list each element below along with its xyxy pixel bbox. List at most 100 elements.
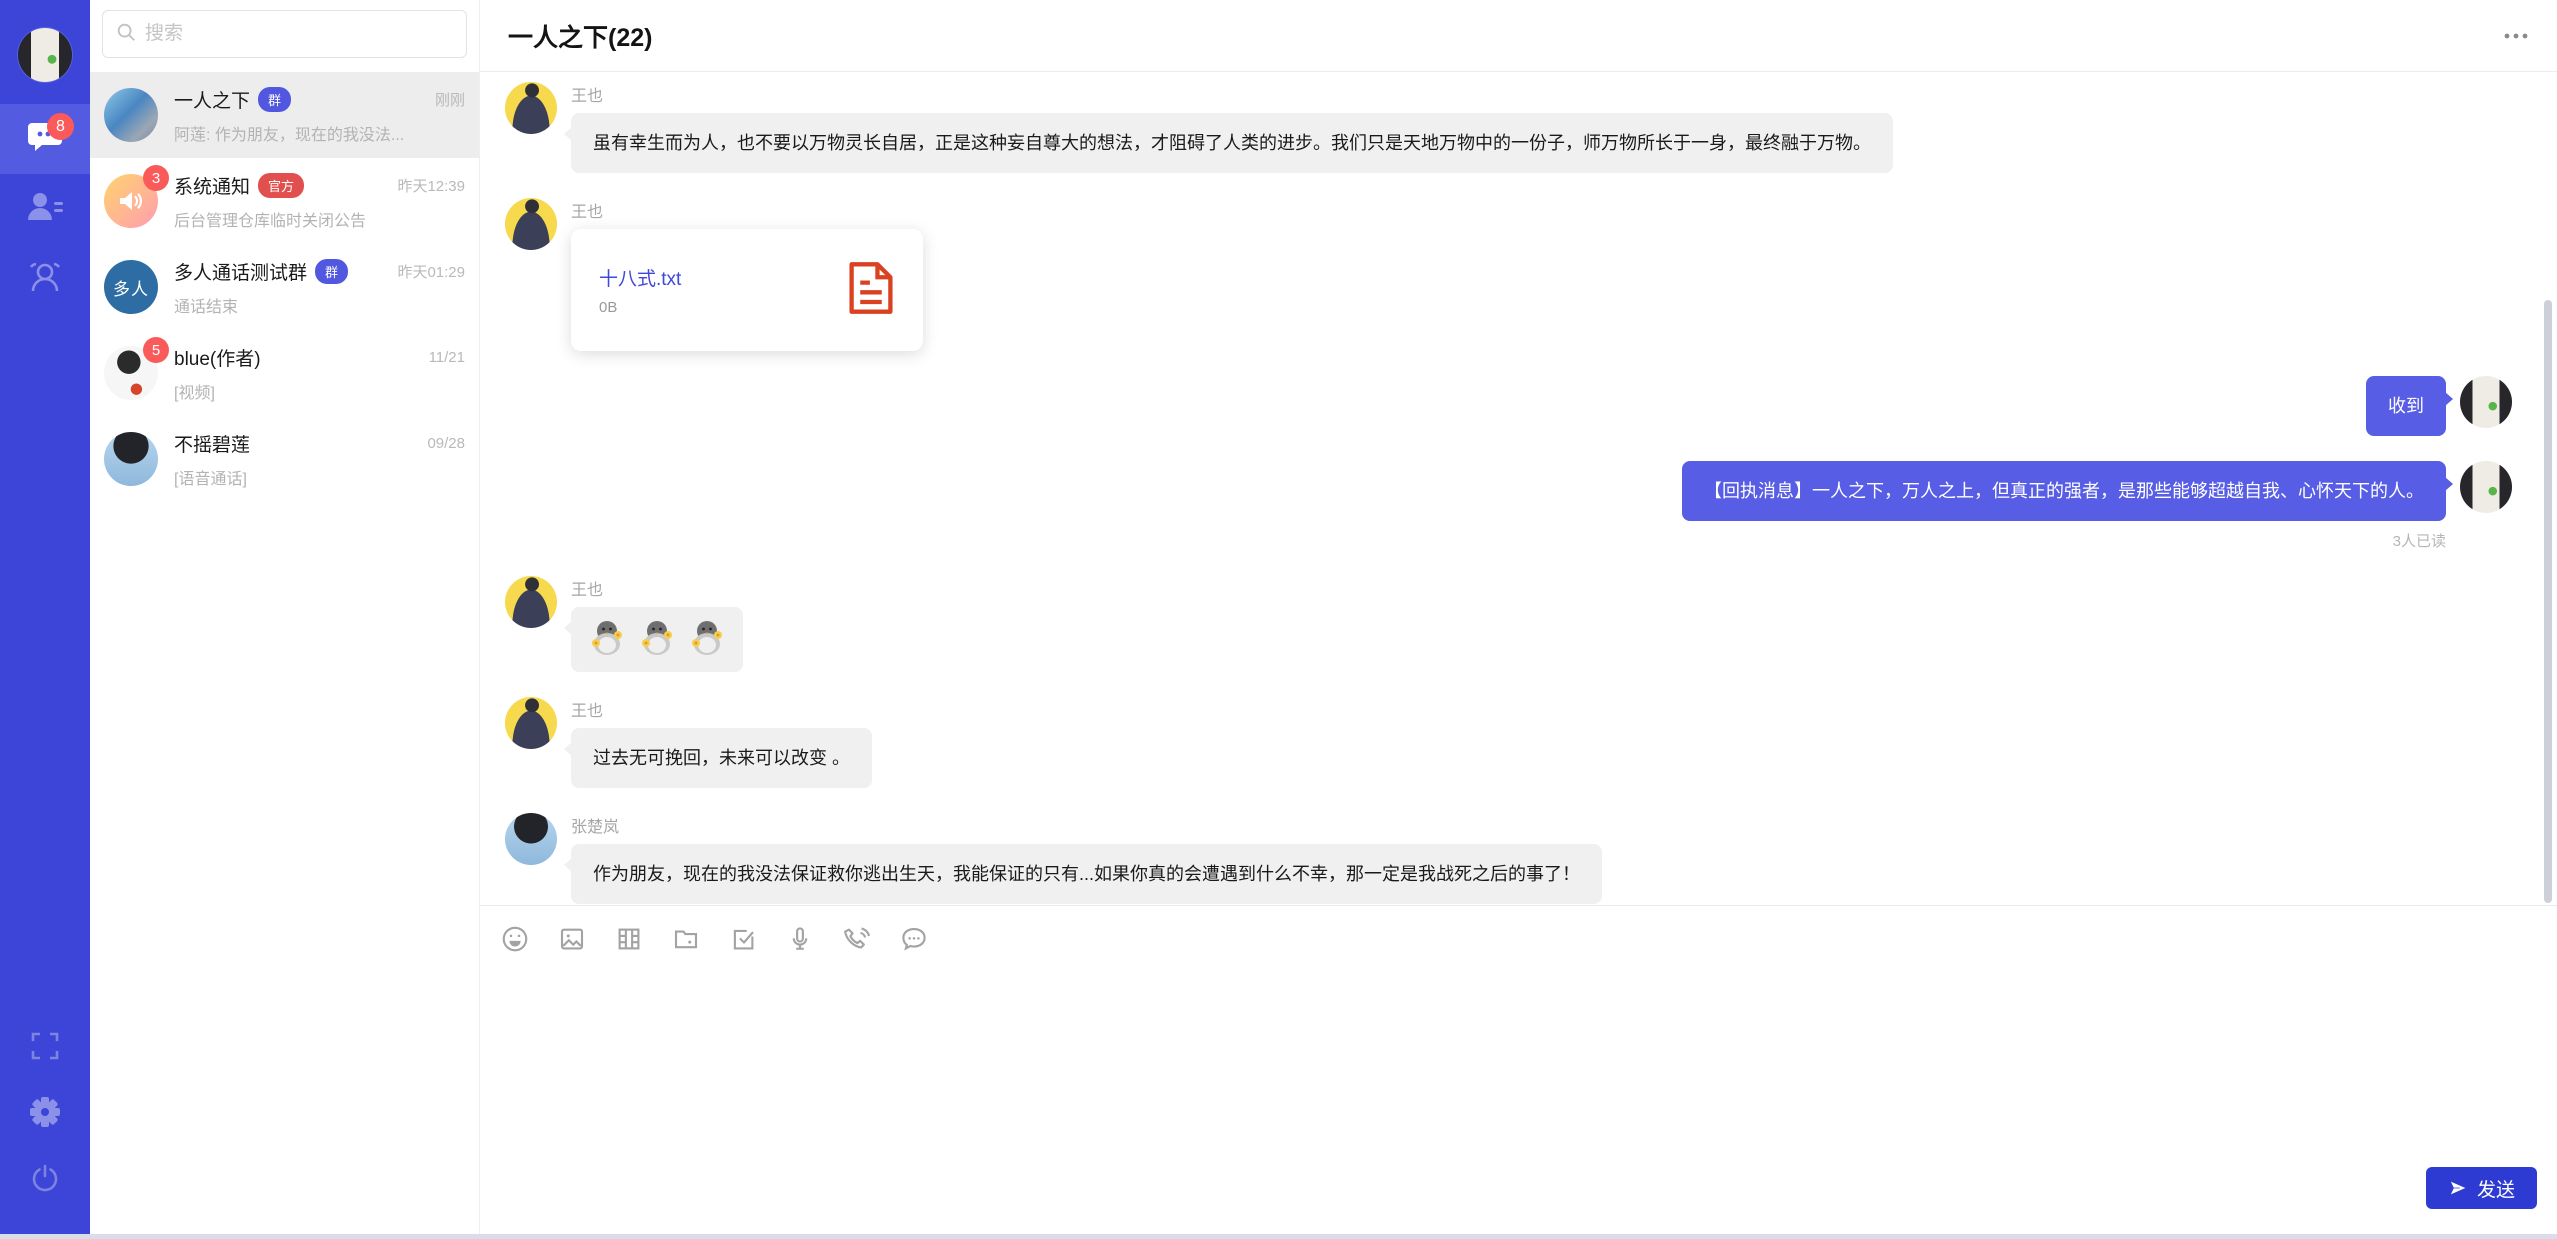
conversation-name: 一人之下 [174,86,250,113]
conversation-list-panel: 一人之下 群 刚刚 阿莲: 作为朋友，现在的我没法... 3 [90,0,480,1239]
phone-call-icon[interactable] [842,924,872,954]
sidebar-item-contacts[interactable] [0,174,90,244]
chat-list-item-buyaobilian[interactable]: 不摇碧莲 09/28 [语音通话] [90,416,479,502]
message-self-received: 收到 [505,376,2512,436]
paper-plane-icon [2448,1178,2468,1198]
wangye-avatar[interactable] [505,82,557,134]
message-bubble: 【回执消息】一人之下，万人之上，但真正的强者，是那些能够超越自我、心怀天下的人。 [1682,461,2446,521]
scrollbar-thumb[interactable] [2544,300,2552,903]
conversation-name: 多人通话测试群 [174,258,307,285]
chat-list-item-system-notice[interactable]: 3 系统通知 官方 昨天12:39 后台管理仓库临时关闭公告 [90,158,479,244]
contacts-icon [25,190,65,229]
voice-message-icon[interactable] [785,924,815,954]
more-dots-icon [2503,31,2529,41]
chat-history-icon[interactable] [899,924,929,954]
conversation-time: 昨天01:29 [397,261,465,282]
file-attachment-card[interactable]: 十八式.txt 0B [571,229,923,351]
wangye-avatar[interactable] [505,198,557,250]
more-menu-button[interactable] [2503,31,2529,41]
chat-list-item-multi-call-group[interactable]: 多人 多人通话测试群 群 昨天01:29 通话结束 [90,244,479,330]
message-scroll-area: 王也 虽有幸生而为人，也不要以万物灵长自居，正是这种妄自尊大的想法，才阻碍了人类… [480,72,2557,905]
file-name: 十八式.txt [599,264,681,291]
conversation-time: 昨天12:39 [397,175,465,196]
send-row: 发送 [480,1167,2557,1239]
send-label: 发送 [2477,1175,2515,1202]
file-folder-icon[interactable] [671,924,701,954]
read-status: 3人已读 [1682,530,2446,551]
search-icon [115,21,137,48]
sender-name: 王也 [571,576,743,600]
gear-icon [28,1095,62,1134]
wangye-avatar[interactable] [505,697,557,749]
fullscreen-icon [30,1031,60,1066]
conversation-preview: [语音通话] [174,465,465,489]
message-wangye-file: 王也 十八式.txt 0B [505,198,2512,351]
message-bubble: 过去无可挽回，未来可以改变 。 [571,728,872,788]
emoji-icon[interactable] [500,924,530,954]
unread-badge: 3 [143,165,169,191]
fullscreen-button[interactable] [0,1015,90,1081]
self-avatar[interactable] [2460,376,2512,428]
power-icon [30,1163,60,1198]
conversation-time: 刚刚 [435,89,465,110]
message-bubble: 作为朋友，现在的我没法保证救你逃出生天，我能保证的只有...如果你真的会遭遇到什… [571,844,1602,904]
file-size: 0B [599,299,681,316]
settings-button[interactable] [0,1081,90,1147]
power-button[interactable] [0,1147,90,1213]
sidebar-item-messages[interactable]: 8 [0,104,90,174]
wangye-avatar[interactable] [505,576,557,628]
group-avatar [104,88,158,142]
conversation-name: 系统通知 [174,172,250,199]
zhangchulan-avatar[interactable] [505,813,557,865]
unread-total-badge: 8 [47,113,74,140]
conversation-name: 不摇碧莲 [174,430,250,457]
message-bubble: 收到 [2366,376,2446,436]
self-avatar[interactable] [2460,461,2512,513]
group-tag: 群 [258,87,291,112]
image-icon[interactable] [557,924,587,954]
penguin-sticker [687,617,727,662]
groups-icon [23,260,67,299]
group-tag: 群 [315,259,348,284]
conversation-time: 11/21 [429,349,465,366]
conversation-name: blue(作者) [174,344,261,371]
sender-name: 张楚岚 [571,813,1602,837]
multi-call-avatar: 多人 [104,260,158,314]
official-tag: 官方 [258,173,304,198]
send-button[interactable]: 发送 [2426,1167,2537,1209]
chat-list-item-blue-author[interactable]: 5 blue(作者) 11/21 [视频] [90,330,479,416]
chat-app-window: 8 [0,0,2557,1239]
buyaobilian-avatar [104,432,158,486]
message-input[interactable] [480,966,2557,1167]
composer-toolbar [480,906,2557,966]
message-self-receipt: 【回执消息】一人之下，万人之上，但真正的强者，是那些能够超越自我、心怀天下的人。… [505,461,2512,551]
chat-title: 一人之下(22) [508,18,652,54]
sender-name: 王也 [571,82,1893,106]
search-input[interactable] [145,23,454,45]
message-wangye-text2: 王也 过去无可挽回，未来可以改变 。 [505,697,2512,788]
window-bottom-edge [0,1234,2557,1239]
conversation-preview: 阿莲: 作为朋友，现在的我没法... [174,121,465,145]
user-avatar[interactable] [18,28,72,82]
message-bubble: 虽有幸生而为人，也不要以万物灵长自居，正是这种妄自尊大的想法，才阻碍了人类的进步… [571,113,1893,173]
video-icon[interactable] [614,924,644,954]
conversation-preview: 后台管理仓库临时关闭公告 [174,207,465,231]
conversation-preview: 通话结束 [174,293,465,317]
chat-list-item-yirenzhixia[interactable]: 一人之下 群 刚刚 阿莲: 作为朋友，现在的我没法... [90,72,479,158]
sidebar-item-groups[interactable] [0,244,90,314]
sender-name: 王也 [571,198,923,222]
chat-header: 一人之下(22) [480,0,2557,72]
chat-main-panel: 一人之下(22) 王也 虽有幸生而为人，也不要以万物灵长自居，正是这种妄自尊大的… [480,0,2557,1239]
sticker-bubble [571,607,743,672]
penguin-sticker [637,617,677,662]
conversation-time: 09/28 [427,435,465,452]
search-box[interactable] [102,10,467,58]
text-file-icon [847,260,895,321]
screenshot-icon[interactable] [728,924,758,954]
speaker-icon [118,189,144,213]
message-wangye-text: 王也 虽有幸生而为人，也不要以万物灵长自居，正是这种妄自尊大的想法，才阻碍了人类… [505,82,2512,173]
message-wangye-stickers: 王也 [505,576,2512,672]
composer: 发送 [480,905,2557,1239]
sidebar: 8 [0,0,90,1239]
penguin-sticker [587,617,627,662]
